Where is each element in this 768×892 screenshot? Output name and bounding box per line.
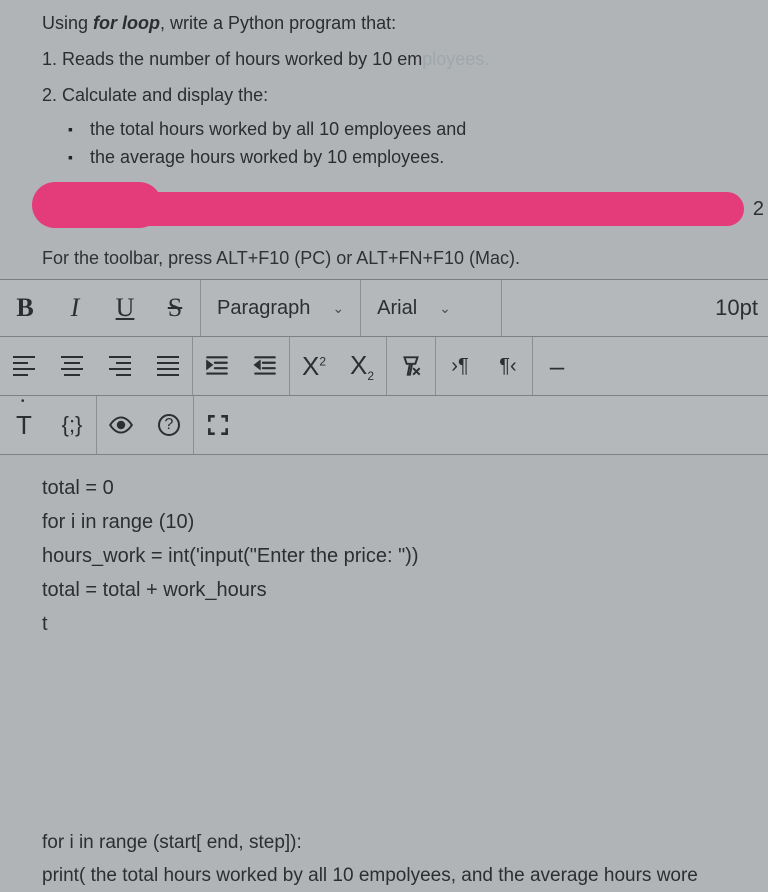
toolbar-hint: For the toolbar, press ALT+F10 (PC) or A… <box>0 240 768 279</box>
align-right-button[interactable] <box>96 337 144 395</box>
fullscreen-button[interactable] <box>194 396 242 454</box>
ltr-icon: ›¶ <box>451 355 468 378</box>
preview-button[interactable] <box>97 396 145 454</box>
chevron-down-icon: ⌄ <box>439 300 451 317</box>
help-button[interactable]: ? <box>145 396 193 454</box>
question-item-1: 1. Reads the number of hours worked by 1… <box>42 46 754 72</box>
bullet-1: the total hours worked by all 10 employe… <box>90 116 754 142</box>
code-line: hours_work = int('input("Enter the price… <box>42 539 754 573</box>
fullscreen-icon <box>205 412 231 438</box>
superscript-icon: X2 <box>302 351 326 382</box>
indent-icon <box>204 353 230 379</box>
subscript-button[interactable]: X2 <box>338 337 386 395</box>
question-title: Using for loop, write a Python program t… <box>42 10 754 36</box>
underline-button[interactable]: U <box>100 280 150 336</box>
rtl-icon: ¶‹ <box>499 355 516 378</box>
paragraph-format-select[interactable]: Paragraph ⌄ <box>201 280 360 336</box>
rtl-button[interactable]: ¶‹ <box>484 337 532 395</box>
indent-button[interactable] <box>193 337 241 395</box>
code-line: for i in range (start[ end, step]): <box>42 827 766 859</box>
question-item-2: 2. Calculate and display the: <box>42 82 754 108</box>
question-block: Using for loop, write a Python program t… <box>0 0 768 178</box>
bullet-2: the average hours worked by 10 employees… <box>90 144 754 170</box>
align-right-icon <box>109 356 131 376</box>
footer-code: for i in range (start[ end, step]): prin… <box>0 827 768 892</box>
rich-text-editor: B I U S Paragraph ⌄ Arial ⌄ 10pt <box>0 279 768 827</box>
bold-button[interactable]: B <box>0 280 50 336</box>
toolbar-row-3: •T {;} ? <box>0 396 768 455</box>
align-center-icon <box>61 356 83 376</box>
italic-button[interactable]: I <box>50 280 100 336</box>
question-bullets: the total hours worked by all 10 employe… <box>42 116 754 170</box>
question-points: 2 <box>753 198 764 221</box>
font-family-select[interactable]: Arial ⌄ <box>361 280 501 336</box>
font-size-label: 10pt <box>715 295 758 321</box>
code-line: for i in range (10) <box>42 505 754 539</box>
subscript-icon: X2 <box>350 350 374 383</box>
code-line: print( the total hours worked by all 10 … <box>42 860 766 892</box>
superscript-button[interactable]: X2 <box>290 337 338 395</box>
clear-formatting-button[interactable] <box>387 337 435 395</box>
ltr-button[interactable]: ›¶ <box>436 337 484 395</box>
accessibility-icon: •T <box>16 410 32 441</box>
align-left-icon <box>13 356 35 376</box>
paragraph-format-label: Paragraph <box>217 297 310 320</box>
accessibility-button[interactable]: •T <box>0 396 48 454</box>
outdent-icon <box>252 353 278 379</box>
outdent-button[interactable] <box>241 337 289 395</box>
font-size-select[interactable]: 10pt <box>699 280 768 336</box>
align-left-button[interactable] <box>0 337 48 395</box>
horizontal-rule-button[interactable]: – <box>533 337 581 395</box>
editor-content[interactable]: total = 0 for i in range (10) hours_work… <box>0 455 768 827</box>
toolbar-row-2: X2 X2 ›¶ ¶‹ – <box>0 337 768 396</box>
toolbar-row-1: B I U S Paragraph ⌄ Arial ⌄ 10pt <box>0 280 768 337</box>
align-justify-button[interactable] <box>144 337 192 395</box>
align-center-button[interactable] <box>48 337 96 395</box>
align-justify-icon <box>157 356 179 376</box>
help-icon: ? <box>158 414 180 436</box>
code-sample-button[interactable]: {;} <box>48 396 96 454</box>
font-family-label: Arial <box>377 297 417 320</box>
redaction-bar: 2 <box>0 188 768 232</box>
eye-icon <box>108 412 134 438</box>
code-line: total = 0 <box>42 471 754 505</box>
clear-formatting-icon <box>398 353 424 379</box>
code-line: t <box>42 607 754 641</box>
code-line: total = total + work_hours <box>42 573 754 607</box>
chevron-down-icon: ⌄ <box>332 300 344 317</box>
strikethrough-button[interactable]: S <box>150 280 200 336</box>
